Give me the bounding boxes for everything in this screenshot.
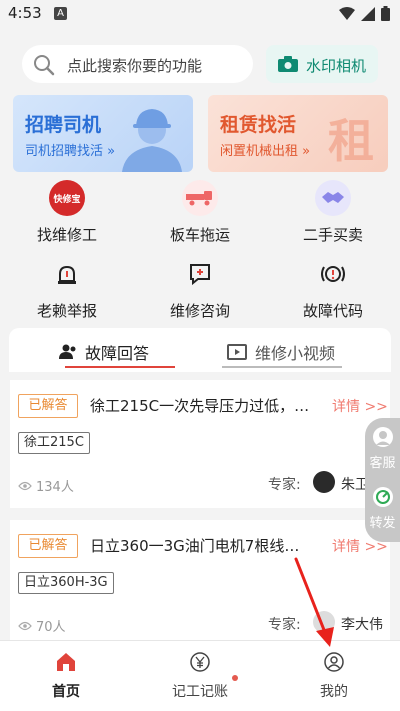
- alarm-icon: [49, 256, 85, 292]
- status-icons: [339, 6, 390, 21]
- search-icon: [34, 55, 55, 76]
- eye-icon: [18, 481, 32, 490]
- banner-title: 租赁找活: [220, 114, 297, 136]
- status-bar: 4:53 A: [0, 0, 400, 28]
- users-icon: [59, 344, 76, 359]
- logo-text: 快修宝: [53, 194, 81, 205]
- search-input[interactable]: 点此搜索你要的功能: [22, 45, 253, 83]
- consult-icon: [182, 256, 218, 292]
- rental-banner[interactable]: 租 租赁找活 闲置机械出租 »: [208, 95, 388, 172]
- wifi-icon: [339, 6, 355, 20]
- yuan-coin-icon: [190, 652, 210, 672]
- home-icon: [57, 653, 75, 671]
- qa-card[interactable]: 已解答 徐工215C一次先导压力过低，… 详情 >> 徐工215C 134人 专…: [10, 380, 390, 508]
- tab-repair-videos[interactable]: 维修小视频: [227, 340, 335, 364]
- view-count-text: 70人: [36, 620, 66, 635]
- view-count: 134人: [18, 476, 74, 495]
- grid-label: 故障代码: [302, 302, 363, 320]
- model-tag: 日立360H-3G: [18, 572, 114, 594]
- tab-label: 故障回答: [85, 344, 150, 363]
- avatar: [313, 471, 335, 493]
- qa-title: 徐工215C一次先导压力过低，…: [90, 397, 310, 415]
- nav-home[interactable]: 首页: [16, 651, 116, 701]
- red-arrow-annotation: [294, 557, 334, 647]
- grid-label: 板车拖运: [169, 226, 230, 244]
- tab-fault-answers[interactable]: 故障回答: [59, 340, 149, 364]
- grid-item-tow[interactable]: 板车拖运: [140, 180, 260, 245]
- grid-label: 维修咨询: [169, 302, 230, 320]
- view-count: 70人: [18, 616, 66, 635]
- handshake-icon: [315, 180, 351, 216]
- tab-active-underline: [65, 366, 175, 368]
- status-badge: 已解答: [18, 534, 78, 558]
- rental-deco: 租: [328, 114, 374, 168]
- profile-icon: [324, 652, 344, 672]
- customer-service-button[interactable]: 客服: [365, 426, 400, 471]
- floating-action-bar: 客服 转发: [365, 418, 400, 542]
- customer-service-label: 客服: [369, 456, 396, 471]
- video-icon: [227, 344, 247, 360]
- grid-item-consult[interactable]: 维修咨询: [140, 256, 260, 321]
- status-badge: 已解答: [18, 394, 78, 418]
- nav-label: 记工记账: [172, 684, 228, 700]
- battery-icon: [381, 6, 390, 21]
- notification-dot: [232, 675, 238, 681]
- banner-subtitle: 司机招聘找活 »: [25, 144, 116, 159]
- expert-label: 专家:: [268, 477, 301, 493]
- grid-item-fault-code[interactable]: 故障代码: [273, 256, 393, 321]
- grid-item-second-hand[interactable]: 二手买卖: [273, 180, 393, 245]
- detail-link[interactable]: 详情 >>: [332, 396, 388, 416]
- nav-mine[interactable]: 我的: [284, 651, 384, 701]
- expert-name: 李大伟: [341, 617, 383, 633]
- headset-icon: [372, 427, 393, 447]
- banner-title: 招聘司机: [25, 114, 102, 136]
- grid-item-find-repair[interactable]: 快修宝 找维修工: [7, 180, 127, 245]
- bottom-nav: 首页 记工记账 我的: [0, 640, 400, 711]
- nav-label: 首页: [52, 684, 80, 700]
- notification-icon: A: [54, 7, 67, 20]
- truck-icon: [182, 180, 218, 216]
- share-button[interactable]: 转发: [365, 486, 400, 531]
- tab-label: 维修小视频: [255, 344, 336, 363]
- watermark-camera-label: 水印相机: [306, 57, 367, 75]
- grid-item-report[interactable]: 老赖举报: [7, 256, 127, 321]
- watermark-camera-button[interactable]: 水印相机: [266, 45, 378, 83]
- banner-subtitle: 闲置机械出租 »: [220, 144, 311, 159]
- nav-label: 我的: [320, 684, 348, 700]
- qa-title: 日立360一3G油门电机7根线…: [90, 537, 300, 555]
- content-tabs: 故障回答 维修小视频: [9, 328, 391, 372]
- grid-label: 找维修工: [36, 226, 97, 244]
- signal-icon: [361, 6, 375, 21]
- grid-label: 老赖举报: [36, 302, 97, 320]
- worker-helmet-icon: [122, 109, 182, 172]
- share-icon: [372, 487, 393, 507]
- model-tag: 徐工215C: [18, 432, 90, 454]
- tab-inactive-underline: [222, 366, 342, 368]
- fault-code-icon: [315, 256, 351, 292]
- status-time: 4:53: [8, 4, 42, 22]
- eye-icon: [18, 621, 32, 630]
- share-label: 转发: [369, 516, 396, 531]
- camera-icon: [278, 56, 298, 72]
- kuaixiubao-logo-icon: 快修宝: [49, 180, 85, 216]
- search-placeholder: 点此搜索你要的功能: [67, 57, 203, 75]
- grid-label: 二手买卖: [302, 226, 363, 244]
- driver-recruit-banner[interactable]: 招聘司机 司机招聘找活 »: [13, 95, 193, 172]
- view-count-text: 134人: [36, 480, 74, 495]
